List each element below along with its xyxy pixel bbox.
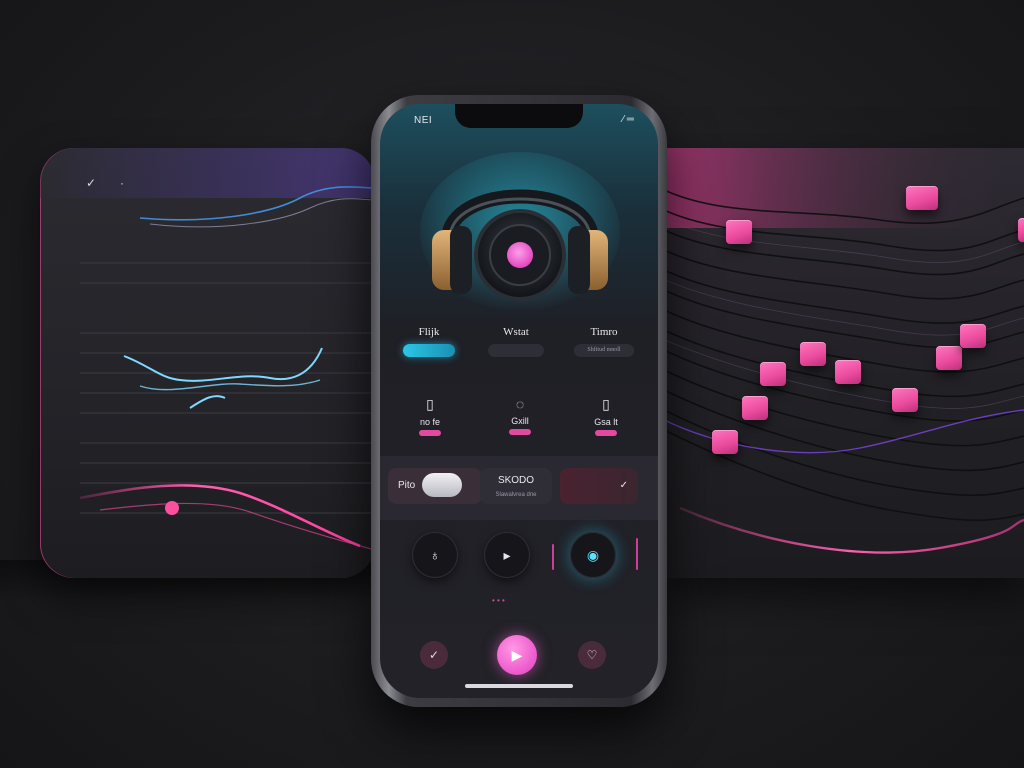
mode-sublabel: Slawalvrea dne bbox=[495, 492, 537, 498]
scene-background: ✓ · NEI ⁄ ═ Flijk Wstat Timro Shfitud mn… bbox=[0, 0, 1024, 768]
file-icon: ▯ bbox=[426, 396, 434, 412]
tab-flijk[interactable]: Flijk bbox=[398, 326, 460, 357]
option-label: Gsa lt bbox=[594, 417, 618, 427]
level-divider bbox=[552, 544, 554, 570]
phone-screen: NEI ⁄ ═ Flijk Wstat Timro Shfitud mnoll … bbox=[380, 104, 658, 698]
mode-toggle[interactable]: Pito bbox=[388, 468, 482, 504]
equalizer-button[interactable]: ◉ bbox=[570, 532, 616, 578]
pink-cube bbox=[960, 324, 986, 348]
pink-cube bbox=[892, 388, 918, 412]
tab-pill bbox=[403, 344, 455, 357]
pink-cube bbox=[800, 342, 826, 366]
bag-icon: ◌ bbox=[515, 396, 525, 412]
phone-notch bbox=[455, 104, 583, 128]
headphones-artwork bbox=[420, 152, 620, 312]
equalizer-icon: ◉ bbox=[586, 547, 600, 563]
mode-label: SKODO bbox=[497, 475, 535, 486]
home-indicator bbox=[465, 684, 573, 688]
pink-cube bbox=[835, 360, 861, 384]
status-carrier: NEI bbox=[414, 115, 433, 126]
heart-button[interactable]: ♡ bbox=[578, 641, 606, 669]
play-button[interactable]: ▶ bbox=[497, 635, 537, 675]
status-icons: ⁄ ═ bbox=[622, 114, 634, 125]
option-indicator bbox=[595, 430, 617, 436]
tab-wstat[interactable]: Wstat bbox=[480, 326, 552, 357]
pink-cube bbox=[906, 186, 938, 210]
tab-label: Flijk bbox=[418, 326, 440, 338]
panel-check-icon: ✓ bbox=[86, 176, 97, 190]
heart-icon: ♡ bbox=[586, 648, 598, 662]
panel-dot-icon: · bbox=[120, 176, 124, 190]
mode-strip: Pito SKODO Slawalvrea dne ✓ bbox=[380, 456, 658, 520]
mic-button[interactable]: ♁ bbox=[412, 532, 458, 578]
option-indicator bbox=[509, 429, 531, 435]
pink-cube bbox=[712, 430, 738, 454]
check-button[interactable]: ✓ bbox=[420, 641, 448, 669]
option-item[interactable]: ▯ no fe bbox=[400, 396, 460, 436]
right-waveform-panel bbox=[660, 148, 1024, 578]
tab-pill: Shfitud mnoll bbox=[574, 344, 634, 357]
phone-device: NEI ⁄ ═ Flijk Wstat Timro Shfitud mnoll … bbox=[371, 95, 667, 707]
tab-label: Wstat bbox=[503, 326, 529, 338]
tabs-row: Flijk Wstat Timro Shfitud mnoll bbox=[380, 326, 658, 366]
tab-label: Timro bbox=[590, 326, 618, 338]
mode-label: Pito bbox=[398, 480, 416, 491]
play-icon: ▶ bbox=[511, 647, 523, 663]
mode-check[interactable]: ✓ bbox=[560, 468, 638, 504]
mic-icon: ♁ bbox=[429, 547, 441, 563]
mode-skodo[interactable]: SKODO Slawalvrea dne bbox=[480, 468, 552, 504]
pink-cube bbox=[760, 362, 786, 386]
option-indicator bbox=[419, 430, 441, 436]
left-waveform-panel: ✓ · bbox=[40, 148, 375, 578]
pink-cube bbox=[742, 396, 768, 420]
tab-pill bbox=[488, 344, 544, 357]
pink-cube bbox=[726, 220, 752, 244]
left-waveform-graphic bbox=[40, 148, 375, 551]
option-item[interactable]: ◌ Gxill bbox=[490, 396, 550, 435]
option-label: no fe bbox=[419, 417, 441, 427]
level-divider bbox=[636, 538, 638, 570]
toggle-knob bbox=[422, 473, 463, 498]
option-item[interactable]: ▯ Gsa lt bbox=[576, 396, 636, 436]
check-icon: ✓ bbox=[619, 480, 628, 491]
pink-cube bbox=[1018, 218, 1024, 242]
skip-button[interactable]: ▸ bbox=[484, 532, 530, 578]
dots-indicator: • • • bbox=[492, 596, 505, 605]
check-icon: ✓ bbox=[428, 648, 440, 662]
tab-timro[interactable]: Timro Shfitud mnoll bbox=[568, 326, 640, 357]
skip-icon: ▸ bbox=[503, 547, 511, 563]
file-icon: ▯ bbox=[602, 396, 610, 412]
pink-cube bbox=[936, 346, 962, 370]
option-label: Gxill bbox=[511, 416, 529, 426]
